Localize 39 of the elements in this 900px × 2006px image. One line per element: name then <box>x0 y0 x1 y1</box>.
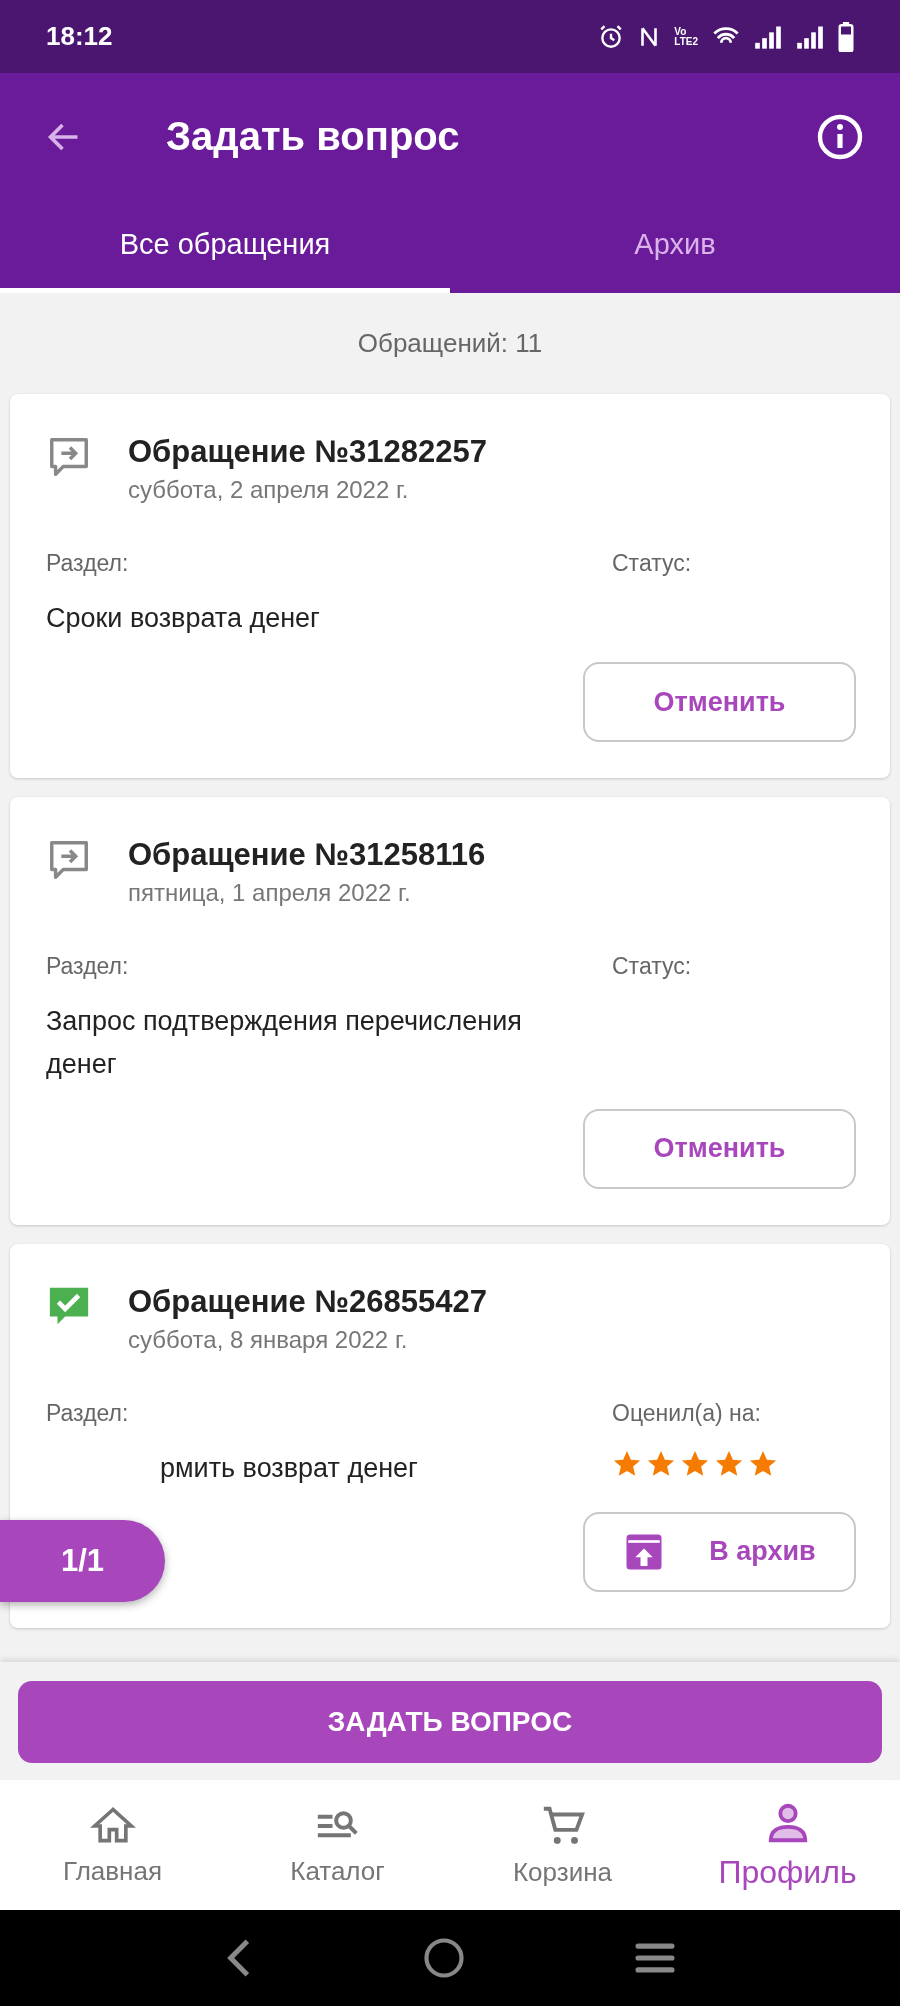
ticket-date: суббота, 2 апреля 2022 г. <box>128 476 410 504</box>
status-label: Оценил(а) на: <box>612 1399 762 1427</box>
cancel-button[interactable]: Отменить <box>583 1108 856 1189</box>
tickets-count: Обращений: 11 <box>357 328 543 359</box>
cancel-button[interactable]: Отменить <box>583 662 856 743</box>
alarm-icon <box>598 23 625 50</box>
section-label: Раздел: <box>46 550 130 577</box>
status-label: Статус: <box>612 550 693 577</box>
info-icon[interactable] <box>816 112 864 161</box>
ticket-title: Обращение №31282257 <box>128 434 487 470</box>
signal-icon <box>754 24 782 49</box>
tab[interactable]: Все обращения <box>0 200 450 293</box>
network-type: Vo LTE2 <box>674 26 698 47</box>
battery-icon <box>838 21 854 52</box>
screen-title: Задать вопрос <box>166 114 460 159</box>
ticket-card[interactable]: Обращение №31258116 пятница, 1 апреля 2022 г. Раздел: Запрос подтверждения перечисления денег Статус: Отменить <box>10 797 890 1225</box>
signal-icon <box>796 24 824 49</box>
ticket-title: Обращение №26855427 <box>128 1283 487 1320</box>
home-circle-icon[interactable] <box>423 1937 465 1979</box>
status-time: 18:12 <box>46 21 113 52</box>
nav-item[interactable]: Главная <box>0 1780 225 1910</box>
section-value: рмить возврат денег <box>160 1451 419 1485</box>
nav-item[interactable]: Профиль <box>675 1780 900 1910</box>
ask-question-button[interactable]: ЗАДАТЬ ВОПРОС <box>18 1681 882 1763</box>
section-label: Раздел: <box>46 953 130 981</box>
archive-button[interactable]: В архив <box>583 1511 856 1592</box>
tab[interactable]: Архив <box>450 200 900 293</box>
nav-item[interactable]: Каталог <box>225 1780 450 1910</box>
ticket-title: Обращение №31258116 <box>128 837 486 874</box>
section-value: Сроки возврата денег <box>46 602 321 635</box>
ticket-card[interactable]: Обращение №31282257 суббота, 2 апреля 2022 г. Раздел: Сроки возврата денег Статус: Отменить <box>10 394 890 779</box>
menu-icon[interactable] <box>633 1941 676 1975</box>
page-indicator: 1/1 <box>0 1520 165 1602</box>
ticket-date: пятница, 1 апреля 2022 г. <box>128 879 412 908</box>
ticket-date: суббота, 8 января 2022 г. <box>128 1325 409 1354</box>
section-value: Запрос подтверждения перечисления денег <box>46 1005 523 1082</box>
nav-item[interactable]: Корзина <box>450 1780 675 1910</box>
section-label: Раздел: <box>46 1399 130 1427</box>
status-label: Статус: <box>612 953 693 981</box>
